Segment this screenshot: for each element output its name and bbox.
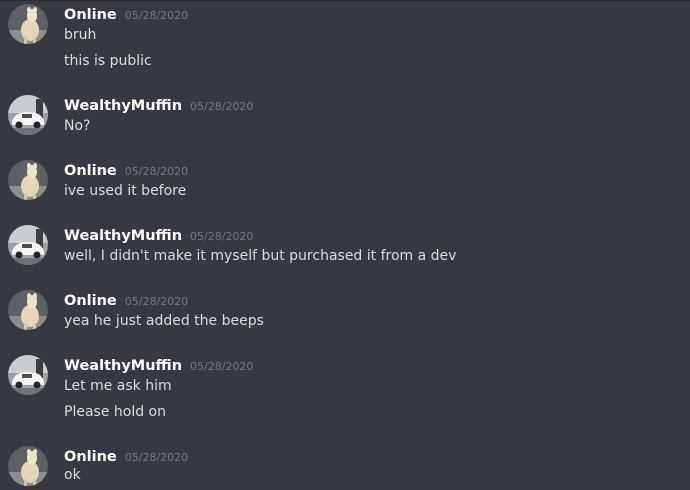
message-text: this is public xyxy=(64,53,152,69)
timestamp: 05/28/2020 xyxy=(124,451,189,464)
username[interactable]: WealthyMuffin xyxy=(64,228,182,244)
llama-avatar[interactable] xyxy=(8,4,48,44)
message-header: Online 05/28/2020 xyxy=(64,160,188,182)
message-text: bruh xyxy=(64,27,97,43)
message-header: Online 05/28/2020 xyxy=(64,4,188,26)
timestamp: 05/28/2020 xyxy=(124,9,189,22)
message-header: WealthyMuffin 05/28/2020 xyxy=(64,95,253,117)
message-header: Online 05/28/2020 xyxy=(64,290,188,312)
username[interactable]: Online xyxy=(64,163,117,179)
username[interactable]: WealthyMuffin xyxy=(64,98,182,114)
username[interactable]: Online xyxy=(64,7,117,23)
username[interactable]: Online xyxy=(64,293,117,309)
car-avatar[interactable] xyxy=(8,225,48,265)
timestamp: 05/28/2020 xyxy=(190,230,254,243)
message-text: ok xyxy=(64,467,81,483)
username[interactable]: Online xyxy=(64,449,117,465)
llama-avatar[interactable] xyxy=(8,290,48,330)
message-text: well, I didn't make it myself but purcha… xyxy=(64,248,457,264)
message-text: Let me ask him xyxy=(64,378,172,394)
message-header: WealthyMuffin 05/28/2020 xyxy=(64,225,253,247)
message-text: No? xyxy=(64,118,91,134)
timestamp: 05/28/2020 xyxy=(190,360,254,373)
timestamp: 05/28/2020 xyxy=(190,100,254,113)
llama-avatar[interactable] xyxy=(8,446,48,486)
message-list: Online 05/28/2020 bruh this is public Wea… xyxy=(0,0,690,490)
username[interactable]: WealthyMuffin xyxy=(64,358,182,374)
llama-avatar[interactable] xyxy=(8,160,48,200)
message-text: ive used it before xyxy=(64,183,187,199)
message-header: Online 05/28/2020 xyxy=(64,446,188,468)
car-avatar[interactable] xyxy=(8,355,48,395)
message-text: yea he just added the beeps xyxy=(64,313,264,329)
car-avatar[interactable] xyxy=(8,95,48,135)
timestamp: 05/28/2020 xyxy=(124,295,189,308)
message-header: WealthyMuffin 05/28/2020 xyxy=(64,355,253,377)
timestamp: 05/28/2020 xyxy=(124,165,189,178)
message-text: Please hold on xyxy=(64,404,166,420)
